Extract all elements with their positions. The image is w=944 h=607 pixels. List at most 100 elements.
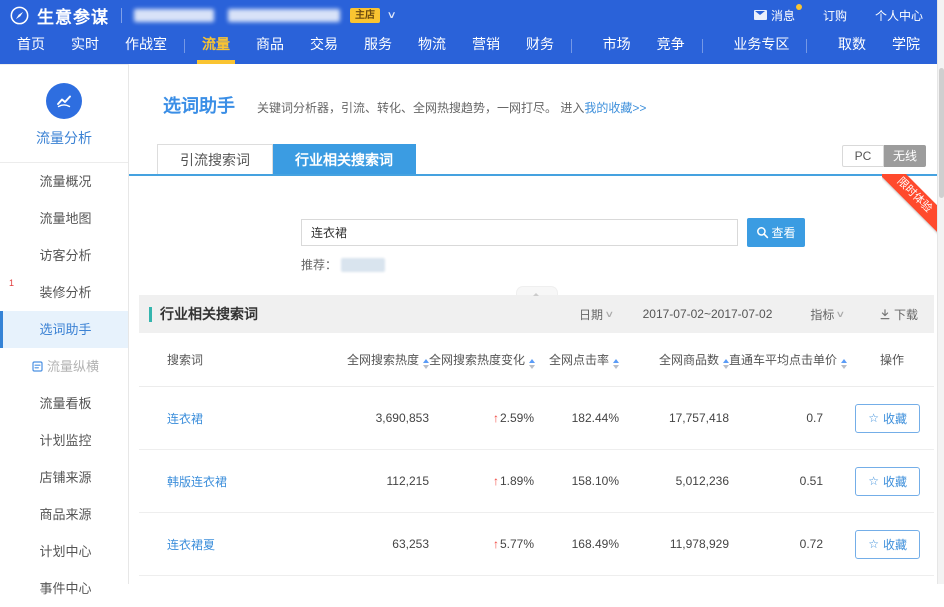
change-number: 1.89% xyxy=(500,474,534,488)
nav-item-finance[interactable]: 财务 xyxy=(513,27,567,64)
toggle-wireless[interactable]: 无线 xyxy=(884,145,926,167)
col-heat-change[interactable]: 全网搜索热度变化 xyxy=(429,351,534,369)
heat-value: 63,253 xyxy=(309,537,429,551)
nav-item-trade[interactable]: 交易 xyxy=(297,27,351,64)
sidebar-section-header: 流量分析 xyxy=(0,65,128,163)
nav-item-traffic[interactable]: 流量 xyxy=(189,27,243,64)
unread-dot xyxy=(796,4,802,10)
nav-item-data-extract[interactable]: 取数 xyxy=(825,27,879,64)
heat-value: 112,215 xyxy=(309,474,429,488)
envelope-icon xyxy=(754,10,767,20)
shop-name-redacted xyxy=(134,9,214,22)
actions-cell: ☆收藏 xyxy=(841,404,934,433)
nav-item-logistics[interactable]: 物流 xyxy=(405,27,459,64)
col-product-count[interactable]: 全网商品数 xyxy=(619,351,729,369)
ctr-value: 158.10% xyxy=(534,474,619,488)
nav-item-realtime[interactable]: 实时 xyxy=(58,27,112,64)
nav-separator xyxy=(571,39,572,53)
app-title: 生意参谋 xyxy=(37,3,109,28)
col-search-heat[interactable]: 全网搜索热度 xyxy=(309,351,429,369)
sidebar-item-decoration-analysis[interactable]: 1 装修分析 xyxy=(0,274,128,311)
nav-item-market[interactable]: 市场 xyxy=(590,27,644,64)
report-icon xyxy=(32,361,43,372)
date-dropdown[interactable]: 日期 ∨ xyxy=(579,306,613,323)
nav-item-marketing[interactable]: 营销 xyxy=(459,27,513,64)
device-toggle: PC 无线 xyxy=(842,145,926,167)
products-value: 5,012,236 xyxy=(619,474,729,488)
col-click-rate[interactable]: 全网点击率 xyxy=(534,351,619,369)
search-icon xyxy=(756,226,769,239)
sidebar-item-word-assistant[interactable]: 选词助手 xyxy=(0,311,128,348)
toggle-pc[interactable]: PC xyxy=(842,145,884,167)
star-icon: ☆ xyxy=(868,538,879,550)
sidebar-item-traffic-map[interactable]: 流量地图 xyxy=(0,200,128,237)
download-button[interactable]: 下载 xyxy=(880,306,918,323)
change-number: 5.77% xyxy=(500,537,534,551)
recommend-keyword-redacted[interactable] xyxy=(341,258,385,272)
personal-center-link[interactable]: 个人中心 xyxy=(875,7,923,24)
collapse-handle[interactable] xyxy=(516,286,558,295)
sidebar-item-traffic-matrix[interactable]: 流量纵横 xyxy=(0,348,128,385)
top-header: 生意参谋 主店 ∨ 消息 订购 个人中心 首页 实时 作战室 流量 商品 交易 … xyxy=(0,0,944,64)
cpc-value: 0.51 xyxy=(729,474,841,488)
nav-item-academy[interactable]: 学院 xyxy=(879,27,933,64)
shop-name-redacted-2 xyxy=(228,9,340,22)
keyword-link[interactable]: 连衣裙 xyxy=(139,410,309,427)
keyword-search-row: 查看 xyxy=(301,218,944,247)
nav-separator xyxy=(702,39,703,53)
table-row: 连衣裙 3,690,853 ↑2.59% 182.44% 17,757,418 … xyxy=(139,387,934,450)
nav-item-business-zone[interactable]: 业务专区 xyxy=(720,27,802,64)
scrollbar-thumb[interactable] xyxy=(939,68,944,198)
sidebar: 流量分析 流量概况 流量地图 访客分析 1 装修分析 选词助手 流量纵横 流量看… xyxy=(0,64,129,584)
recommend-row: 推荐： xyxy=(301,256,944,273)
messages-link[interactable]: 消息 xyxy=(754,7,795,24)
subscribe-link[interactable]: 订购 xyxy=(823,7,847,24)
download-icon xyxy=(880,309,890,320)
col-label: 全网搜索热度变化 xyxy=(429,353,525,367)
tab-industry-related-search-words[interactable]: 行业相关搜索词 xyxy=(273,144,416,174)
cpc-value: 0.7 xyxy=(729,411,841,425)
line-chart-icon xyxy=(46,83,82,119)
chevron-down-icon: ∨ xyxy=(604,309,614,320)
nav-item-war-room[interactable]: 作战室 xyxy=(112,27,180,64)
vertical-scrollbar[interactable] xyxy=(937,0,944,584)
col-label: 全网商品数 xyxy=(659,353,719,367)
nav-item-service[interactable]: 服务 xyxy=(351,27,405,64)
keyword-input[interactable] xyxy=(301,219,738,246)
sidebar-item-traffic-board[interactable]: 流量看板 xyxy=(0,385,128,422)
col-avg-cpc[interactable]: 直通车平均点击单价 xyxy=(729,351,841,369)
favorite-label: 收藏 xyxy=(883,536,907,553)
nav-item-products[interactable]: 商品 xyxy=(243,27,297,64)
metric-dropdown[interactable]: 指标 ∨ xyxy=(810,306,844,323)
shop-switch-chevron-icon[interactable]: ∨ xyxy=(387,10,397,21)
change-value: ↑5.77% xyxy=(429,537,534,551)
ctr-value: 168.49% xyxy=(534,537,619,551)
new-badge: 1 xyxy=(9,278,14,288)
table-row: 韩版连衣裙 112,215 ↑1.89% 158.10% 5,012,236 0… xyxy=(139,450,934,513)
cpc-value: 0.72 xyxy=(729,537,841,551)
sidebar-item-plan-center[interactable]: 计划中心 xyxy=(0,533,128,570)
favorite-button[interactable]: ☆收藏 xyxy=(855,467,920,496)
nav-item-home[interactable]: 首页 xyxy=(4,27,58,64)
sidebar-item-visitor-analysis[interactable]: 访客分析 xyxy=(0,237,128,274)
keywords-table: 搜索词 全网搜索热度 全网搜索热度变化 全网点击率 全网商品数 直通车平均点击单… xyxy=(139,333,934,576)
sidebar-item-shop-source[interactable]: 店铺来源 xyxy=(0,459,128,496)
sidebar-item-product-source[interactable]: 商品来源 xyxy=(0,496,128,533)
sidebar-item-plan-monitor[interactable]: 计划监控 xyxy=(0,422,128,459)
favorite-button[interactable]: ☆ 收藏 xyxy=(855,530,920,559)
keyword-link[interactable]: 连衣裙夏 xyxy=(139,536,309,553)
my-favorites-link[interactable]: 我的收藏>> xyxy=(584,101,646,115)
header-divider xyxy=(121,8,122,23)
chevron-down-icon: ∨ xyxy=(836,309,846,320)
favorite-button[interactable]: ☆收藏 xyxy=(855,404,920,433)
actions-cell: ☆ 收藏 xyxy=(841,530,934,559)
nav-item-competition[interactable]: 竞争 xyxy=(644,27,698,64)
sidebar-item-label: 流量纵横 xyxy=(47,359,99,374)
sidebar-item-event-center[interactable]: 事件中心 xyxy=(0,570,128,607)
subscribe-label: 订购 xyxy=(823,7,847,24)
keyword-link[interactable]: 韩版连衣裙 xyxy=(139,473,309,490)
section-accent-bar xyxy=(149,307,152,322)
view-button[interactable]: 查看 xyxy=(747,218,805,247)
tab-referral-search-words[interactable]: 引流搜索词 xyxy=(157,144,273,174)
sidebar-item-traffic-overview[interactable]: 流量概况 xyxy=(0,163,128,200)
